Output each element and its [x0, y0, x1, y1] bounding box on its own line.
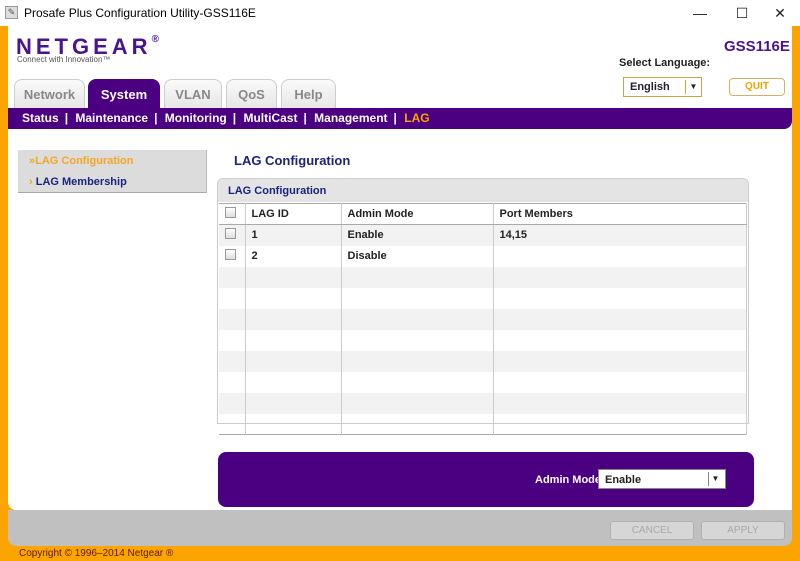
language-label: Select Language:	[619, 57, 711, 69]
table-row[interactable]: 2 Disable	[219, 245, 747, 267]
tab-system[interactable]: System	[88, 79, 160, 109]
subnav-maintenance[interactable]: Maintenance	[75, 111, 148, 125]
col-admin-mode: Admin Mode	[341, 203, 494, 225]
minimize-button[interactable]: —	[680, 0, 720, 26]
row-checkbox[interactable]	[225, 249, 236, 260]
app-icon: ✎	[5, 6, 18, 19]
tab-network[interactable]: Network	[14, 79, 85, 109]
row-checkbox[interactable]	[225, 228, 236, 240]
close-button[interactable]: ✕	[760, 0, 800, 26]
sidebar-item-lag-membership[interactable]: › LAG Membership	[29, 176, 127, 188]
side-menu: »LAG Configuration › LAG Membership	[18, 150, 207, 193]
title-bar: ✎ Prosafe Plus Configuration Utility-GSS…	[0, 0, 800, 26]
subnav-status[interactable]: Status	[22, 111, 59, 125]
table-row[interactable]: 1 Enable 14,15	[219, 224, 747, 246]
subnav-management[interactable]: Management	[314, 111, 387, 125]
port-members	[493, 245, 747, 267]
chevron-down-icon: ▼	[708, 472, 722, 486]
admin-mode-value: Enable	[605, 474, 642, 486]
cancel-button[interactable]: CANCEL	[610, 521, 694, 540]
language-value: English	[630, 81, 670, 93]
empty-row	[219, 287, 747, 309]
col-port-members: Port Members	[493, 203, 747, 225]
window-title: Prosafe Plus Configuration Utility-GSS11…	[24, 6, 256, 20]
tagline: Connect with Innovation™	[17, 55, 111, 64]
lag-id: 2	[245, 245, 342, 267]
model-name: GSS116E	[724, 38, 790, 55]
admin-mode: Disable	[341, 245, 494, 267]
copyright: Copyright © 1996–2014 Netgear ®	[19, 548, 174, 559]
admin-mode-label: Admin Mode	[535, 474, 601, 486]
col-lag-id: LAG ID	[245, 203, 342, 225]
port-members: 14,15	[493, 224, 747, 246]
lag-id: 1	[245, 224, 342, 246]
admin-mode: Enable	[341, 224, 494, 246]
empty-row	[219, 392, 747, 414]
sub-navigation: Status | Maintenance | Monitoring | MultiCa…	[8, 108, 792, 129]
empty-row	[219, 350, 747, 372]
sidebar-item-lag-configuration[interactable]: »LAG Configuration	[29, 155, 134, 167]
page-title: LAG Configuration	[234, 153, 351, 168]
empty-row	[219, 266, 747, 288]
language-select[interactable]: English ▼	[623, 77, 702, 97]
admin-mode-select[interactable]: Enable ▼	[598, 469, 726, 489]
subnav-multicast[interactable]: MultiCast	[243, 111, 297, 125]
subnav-lag[interactable]: LAG	[404, 111, 429, 125]
maximize-button[interactable]: ☐	[722, 0, 762, 26]
lag-table: LAG ID Admin Mode Port Members 1 Enable …	[219, 203, 747, 435]
tab-help[interactable]: Help	[281, 79, 336, 109]
subnav-monitoring[interactable]: Monitoring	[165, 111, 227, 125]
chevron-down-icon: ▼	[685, 80, 701, 94]
apply-button[interactable]: APPLY	[701, 521, 785, 540]
lag-config-panel: LAG Configuration LAG ID Admin Mode Port…	[217, 178, 749, 435]
quit-button[interactable]: QUIT	[729, 78, 785, 96]
panel-title: LAG Configuration	[218, 179, 748, 202]
tab-qos[interactable]: QoS	[226, 79, 277, 109]
empty-row	[219, 413, 747, 435]
tab-vlan[interactable]: VLAN	[164, 79, 222, 109]
table-header: LAG ID Admin Mode Port Members	[219, 203, 747, 225]
empty-row	[219, 329, 747, 351]
empty-row	[219, 371, 747, 393]
empty-row	[219, 308, 747, 330]
select-all-checkbox[interactable]	[225, 207, 236, 218]
